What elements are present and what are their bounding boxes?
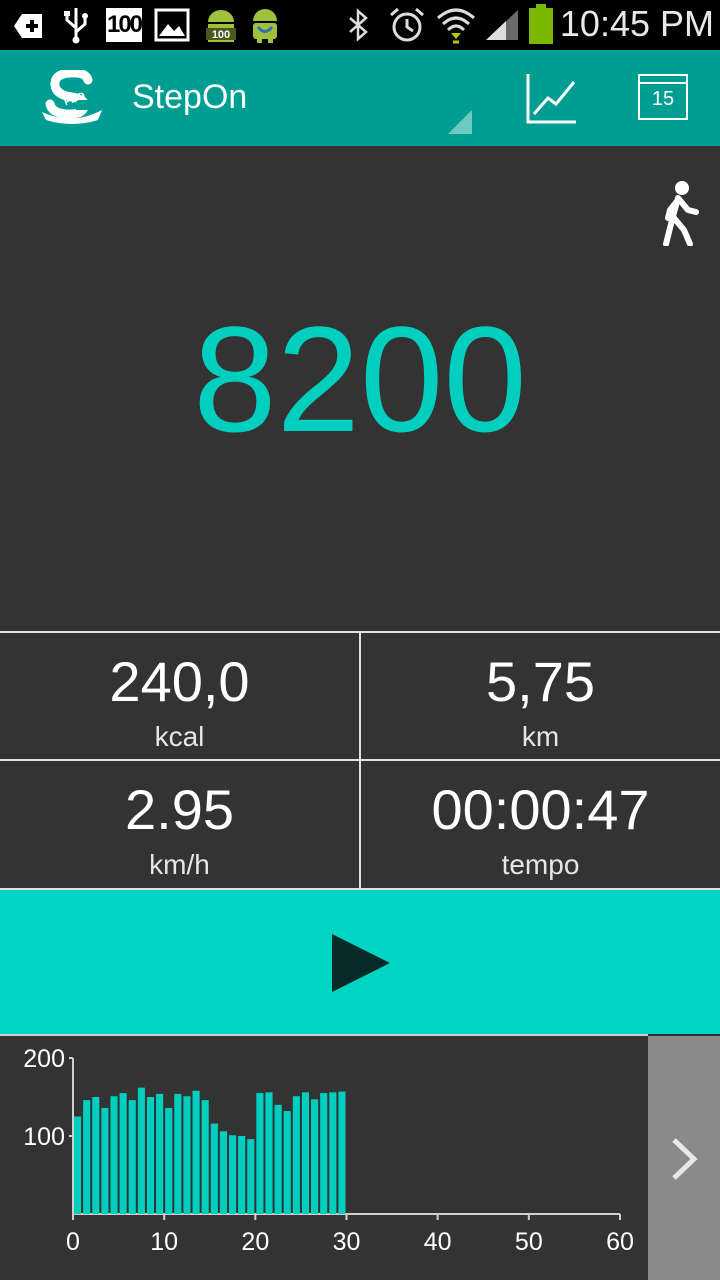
app-title-spinner[interactable]: StepOn — [132, 78, 247, 117]
step-count: 8200 — [193, 295, 527, 463]
calendar-button[interactable]: 15 — [638, 74, 688, 120]
add-notification-icon — [14, 14, 42, 38]
x-tick-label: 50 — [515, 1228, 543, 1256]
next-chart-button[interactable] — [648, 1036, 720, 1280]
chart-bar — [83, 1100, 91, 1214]
spinner-dropdown-indicator — [448, 110, 472, 134]
x-tick-label: 0 — [66, 1228, 80, 1256]
walking-person-icon[interactable] — [660, 180, 700, 246]
chart-bar — [265, 1092, 273, 1214]
stat-unit: km — [521, 721, 560, 752]
chart-bar — [201, 1100, 209, 1214]
stat-speed: 2.95 km/h — [0, 759, 359, 888]
step-counter-panel: 8200 — [0, 146, 720, 632]
chart-bar — [329, 1092, 337, 1214]
chart-bar — [283, 1111, 291, 1214]
chart-bar — [228, 1135, 237, 1214]
chart-bar — [292, 1096, 300, 1214]
battery-icon — [529, 4, 553, 44]
alarm-icon — [390, 7, 424, 42]
chart-bar — [146, 1097, 155, 1214]
chart-bar — [219, 1131, 227, 1214]
signal-icon — [486, 10, 518, 40]
stat-value: 240,0 — [109, 650, 250, 713]
chart-bar — [247, 1139, 255, 1214]
image-icon — [154, 8, 190, 42]
svg-text:100: 100 — [212, 29, 230, 41]
chart-bar — [274, 1104, 282, 1214]
stat-unit: kcal — [154, 721, 205, 752]
stat-value: 5,75 — [486, 650, 595, 713]
history-chart: 100 200 0 10 20 30 40 50 60 — [0, 1034, 648, 1280]
stat-distance: 5,75 km — [361, 631, 720, 760]
wifi-icon — [437, 8, 475, 44]
battery-100-badge-icon: 100 — [106, 8, 143, 42]
chart-bar — [137, 1087, 145, 1214]
calendar-day: 15 — [651, 88, 675, 110]
chart-bar — [174, 1093, 182, 1214]
y-tick-label: 100 — [23, 1123, 65, 1151]
chart-bar — [119, 1093, 127, 1214]
chart-bar — [256, 1093, 264, 1214]
chevron-right-icon — [672, 1138, 698, 1180]
y-tick-label: 200 — [23, 1045, 65, 1073]
chart-bar — [74, 1116, 82, 1214]
stat-unit: km/h — [149, 849, 210, 880]
x-tick-label: 40 — [424, 1228, 452, 1256]
stat-value: 2.95 — [125, 778, 234, 841]
usb-icon — [64, 8, 88, 44]
stat-unit: tempo — [501, 849, 580, 880]
chart-bar — [238, 1136, 246, 1214]
bluetooth-icon — [349, 8, 368, 42]
calendar-icon-header — [640, 82, 686, 84]
chart-bar — [301, 1092, 310, 1214]
chart-bar — [156, 1093, 164, 1214]
chart-bar — [192, 1090, 200, 1214]
x-tick-label: 30 — [333, 1228, 361, 1256]
chart-bar — [320, 1093, 328, 1214]
stat-value: 00:00:47 — [431, 778, 650, 841]
chart-bar — [101, 1107, 109, 1214]
status-bar: 100 100 10:45 PM — [0, 0, 720, 50]
status-time: 10:45 PM — [559, 3, 714, 44]
statistics-chart-icon[interactable] — [526, 72, 578, 124]
stats-divider — [359, 631, 361, 888]
chart-bar — [338, 1091, 346, 1214]
x-tick-label: 60 — [606, 1228, 634, 1256]
chart-bar — [110, 1096, 118, 1214]
stat-time: 00:00:47 tempo — [361, 759, 720, 888]
chart-bar — [183, 1096, 191, 1214]
chart-bar — [311, 1099, 319, 1214]
chart-bar — [92, 1097, 100, 1214]
chart-bar — [210, 1123, 218, 1214]
android-100-icon: 100 — [206, 10, 236, 42]
action-bar: PRO StepOn 15 — [0, 50, 720, 146]
start-button[interactable] — [0, 888, 720, 1034]
play-icon — [332, 934, 390, 992]
x-tick-label: 10 — [150, 1228, 178, 1256]
chart-bar — [128, 1100, 136, 1214]
android-icon — [253, 9, 277, 43]
chart-bar — [165, 1107, 173, 1214]
stat-calories: 240,0 kcal — [0, 631, 359, 760]
x-tick-label: 20 — [241, 1228, 269, 1256]
history-chart-svg: 100 200 0 10 20 30 40 50 60 — [23, 1045, 634, 1256]
